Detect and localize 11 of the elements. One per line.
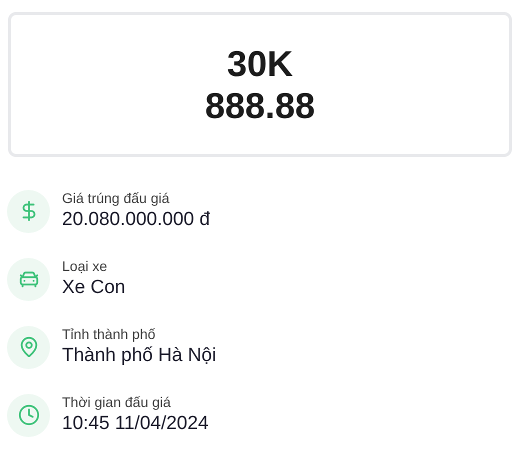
plate-number: 30K <box>226 42 294 84</box>
detail-value: Xe Con <box>62 276 126 300</box>
detail-label: Giá trúng đấu giá <box>62 189 170 207</box>
plate-number: 888.88 <box>204 84 316 126</box>
detail-value: Thành phố Hà Nội <box>62 344 216 368</box>
detail-label: Tỉnh thành phố <box>62 325 156 343</box>
detail-label: Thời gian đấu giá <box>62 393 172 411</box>
detail-value: 20.080.000.000 đ <box>62 208 210 232</box>
detail-label: Loại xe <box>62 257 108 275</box>
clock-icon <box>18 404 40 426</box>
detail-value: 10:45 11/04/2024 <box>62 412 209 436</box>
